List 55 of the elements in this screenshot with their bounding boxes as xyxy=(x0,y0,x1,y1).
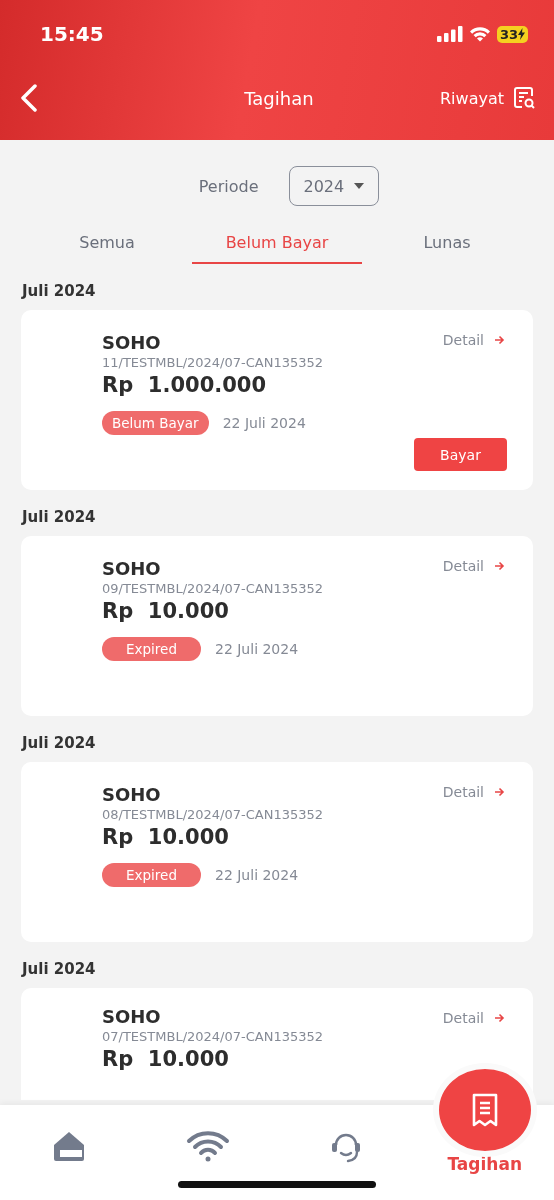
month-heading: Juli 2024 xyxy=(20,507,97,528)
arrow-right-icon xyxy=(494,335,505,345)
bill-date: 22 Juli 2024 xyxy=(214,867,299,883)
year-dropdown[interactable]: 2024 xyxy=(288,166,380,206)
bill-name: SOHO xyxy=(102,558,161,579)
bill-date: 22 Juli 2024 xyxy=(222,415,306,431)
detail-link[interactable]: Detail xyxy=(442,1010,505,1026)
back-icon[interactable] xyxy=(20,84,38,112)
status-badge: Expired xyxy=(102,637,201,661)
bill-card[interactable]: SOHO 08/TESTMBL/2024/07-CAN135352 Rp 10.000 Expired 22 Juli 2024 Detail xyxy=(21,762,533,942)
bill-date: 22 Juli 2024 xyxy=(214,641,299,657)
nav-button[interactable] xyxy=(52,1129,87,1162)
status-time: 15:45 xyxy=(40,22,104,46)
history-link[interactable]: Riwayat xyxy=(440,86,536,110)
bill-name: SOHO xyxy=(102,1006,161,1027)
bill-amount: Rp 10.000 xyxy=(102,825,229,849)
bill-card[interactable]: SOHO 07/TESTMBL/2024/07-CAN135352 Rp 10.000 Detail xyxy=(21,988,533,1100)
bill-number: 09/TESTMBL/2024/07-CAN135352 xyxy=(102,581,324,596)
pay-button[interactable]: Bayar xyxy=(414,438,507,471)
arrow-right-icon xyxy=(494,1013,505,1023)
tab[interactable]: Belum Bayar xyxy=(192,222,362,264)
bill-amount: Rp 1.000.000 xyxy=(102,373,267,397)
battery-indicator: 33 xyxy=(496,25,528,43)
caret-icon xyxy=(354,183,365,189)
bill-amount: Rp 10.000 xyxy=(102,1047,229,1071)
document-search-icon xyxy=(512,86,536,110)
page-title: Tagihan xyxy=(243,87,315,109)
bill-amount: Rp 10.000 xyxy=(102,599,229,623)
status-badge: Belum Bayar xyxy=(102,411,209,435)
detail-link[interactable]: Detail xyxy=(442,332,505,348)
nav-label[interactable]: Tagihan xyxy=(447,1153,523,1174)
bill-card[interactable]: SOHO 09/TESTMBL/2024/07-CAN135352 Rp 10.000 Expired 22 Juli 2024 Detail xyxy=(21,536,533,716)
detail-link[interactable]: Detail xyxy=(442,558,505,574)
wifi-icon xyxy=(185,1129,230,1162)
bill-name: SOHO xyxy=(102,784,161,805)
tab[interactable]: Semua xyxy=(22,222,192,264)
bill-number: 11/TESTMBL/2024/07-CAN135352 xyxy=(102,355,324,370)
bill-card[interactable]: SOHO 11/TESTMBL/2024/07-CAN135352 Rp 1.000.000 Belum Bayar 22 Juli 2024 Detail Bayar xyxy=(21,310,533,490)
nav-button[interactable] xyxy=(185,1129,230,1162)
month-heading: Juli 2024 xyxy=(20,959,97,980)
status-badge: Expired xyxy=(102,863,201,887)
house-icon xyxy=(52,1129,87,1162)
bill-name: SOHO xyxy=(102,332,161,353)
detail-link[interactable]: Detail xyxy=(442,784,505,800)
arrow-right-icon xyxy=(494,787,505,797)
wifi-icon xyxy=(468,26,491,42)
receipt-icon xyxy=(470,1093,499,1127)
period-label: Periode xyxy=(198,176,259,196)
bill-number: 07/TESTMBL/2024/07-CAN135352 xyxy=(102,1029,324,1044)
tab[interactable]: Lunas xyxy=(362,222,532,264)
arrow-right-icon xyxy=(494,561,505,571)
month-heading: Juli 2024 xyxy=(20,281,97,302)
signal-icon xyxy=(436,26,463,42)
month-heading: Juli 2024 xyxy=(20,733,97,754)
bill-number: 08/TESTMBL/2024/07-CAN135352 xyxy=(102,807,324,822)
